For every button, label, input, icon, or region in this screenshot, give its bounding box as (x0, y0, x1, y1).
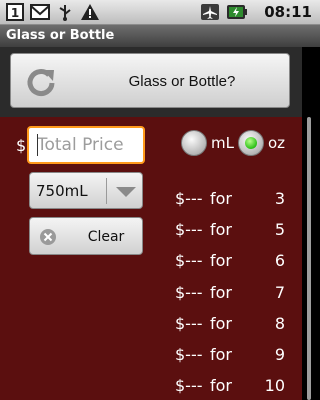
app-title: Glass or Bottle (0, 25, 320, 47)
status-bar: 1 08:11 (0, 0, 320, 25)
result-for: for (210, 376, 232, 395)
result-row: $--- for 10 (175, 376, 285, 398)
notification-1-icon: 1 (6, 3, 24, 21)
airplane-icon (201, 4, 219, 20)
result-row: $--- for 5 (175, 220, 285, 242)
clear-button[interactable]: Clear (29, 217, 143, 255)
unit-oz-label: oz (268, 134, 286, 152)
clear-icon (40, 229, 56, 245)
total-price-input[interactable] (27, 126, 145, 164)
result-for: for (210, 189, 232, 208)
result-count: 7 (274, 283, 285, 302)
result-row: $--- for 9 (175, 345, 285, 367)
result-price: $--- (175, 376, 203, 395)
clear-label: Clear (87, 229, 125, 245)
result-for: for (210, 251, 232, 270)
chevron-down-icon (116, 187, 136, 197)
result-price: $--- (175, 251, 203, 270)
radio-selected-dot (245, 137, 257, 149)
refresh-icon (27, 69, 55, 97)
result-row: $--- for 6 (175, 251, 285, 273)
result-row: $--- for 3 (175, 189, 285, 211)
warning-icon (81, 4, 99, 20)
header: Glass or Bottle? (0, 47, 302, 117)
result-for: for (210, 314, 232, 333)
bottle-size-select[interactable]: 750mL (29, 172, 143, 209)
unit-ml-label: mL (211, 134, 234, 152)
text-cursor (37, 134, 38, 156)
result-count: 9 (274, 345, 285, 364)
status-time: 08:11 (264, 3, 312, 21)
result-price: $--- (175, 283, 203, 302)
result-count: 3 (274, 189, 285, 208)
scrollbar[interactable] (302, 47, 320, 400)
unit-ml-radio[interactable] (181, 130, 207, 156)
result-price: $--- (175, 345, 203, 364)
scrollbar-thumb[interactable] (307, 117, 311, 400)
result-price: $--- (175, 220, 203, 239)
result-count: 6 (274, 251, 285, 270)
result-for: for (210, 283, 232, 302)
result-row: $--- for 8 (175, 314, 285, 336)
result-count: 8 (274, 314, 285, 333)
result-price: $--- (175, 189, 203, 208)
gmail-icon (30, 4, 50, 20)
unit-oz-radio[interactable] (238, 130, 264, 156)
glass-or-bottle-label: Glass or Bottle? (128, 73, 236, 90)
glass-or-bottle-button[interactable]: Glass or Bottle? (10, 53, 290, 108)
result-for: for (210, 345, 232, 364)
bottle-size-value: 750mL (36, 182, 88, 200)
result-count: 5 (274, 220, 285, 239)
select-divider (106, 178, 107, 204)
currency-symbol: $ (16, 136, 27, 155)
result-count: 10 (264, 376, 285, 395)
battery-icon (227, 5, 247, 19)
usb-icon (59, 5, 71, 21)
svg-text:1: 1 (11, 6, 19, 20)
result-row: $--- for 7 (175, 283, 285, 305)
result-price: $--- (175, 314, 203, 333)
result-for: for (210, 220, 232, 239)
